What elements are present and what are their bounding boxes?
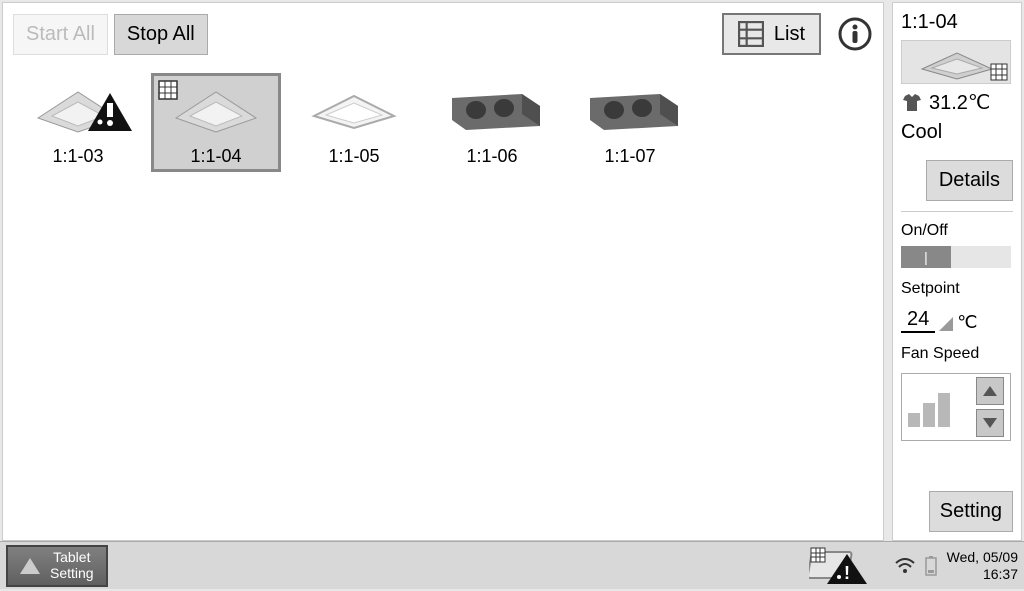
temperature-row: 31.2℃ — [901, 90, 1013, 115]
unit-tile[interactable]: 1:1-03 — [13, 73, 143, 172]
setpoint-control[interactable]: 24 ℃ — [901, 308, 1013, 333]
setpoint-unit: ℃ — [957, 312, 977, 333]
fan-speed-up-button[interactable] — [976, 377, 1004, 405]
unit-label: 1:1-04 — [156, 146, 276, 167]
unit-tile[interactable]: 1:1-04 — [151, 73, 281, 172]
fan-bars-icon — [908, 387, 950, 427]
date-text: Wed, 05/09 — [947, 549, 1018, 566]
stop-all-button[interactable]: Stop All — [114, 14, 208, 55]
temperature-value: 31.2℃ — [929, 90, 990, 115]
selected-unit-thumb — [901, 40, 1011, 84]
start-all-button[interactable]: Start All — [13, 14, 108, 55]
setting-button[interactable]: Setting — [929, 491, 1013, 532]
unit-thumb — [432, 78, 552, 138]
unit-label: 1:1-07 — [570, 146, 690, 167]
time-text: 16:37 — [947, 566, 1018, 583]
unit-thumb — [570, 78, 690, 138]
footer-warning-icon[interactable]: ! — [809, 546, 869, 586]
list-button-label: List — [774, 23, 805, 46]
unit-tile[interactable]: 1:1-07 — [565, 73, 695, 172]
list-view-button[interactable]: List — [722, 13, 821, 55]
wifi-icon — [895, 558, 915, 574]
tablet-setting-label: Tablet Setting — [50, 550, 94, 581]
svg-text:!: ! — [844, 563, 850, 583]
unit-tile[interactable]: 1:1-06 — [427, 73, 557, 172]
grid-icon — [738, 21, 764, 47]
warning-icon — [86, 91, 134, 138]
unit-thumb — [156, 78, 276, 138]
battery-icon — [925, 556, 937, 576]
up-arrow-icon — [20, 558, 40, 574]
fan-speed-control — [901, 373, 1011, 441]
grid-badge-icon — [158, 80, 178, 105]
tablet-setting-button[interactable]: Tablet Setting — [6, 545, 108, 587]
mode-value: Cool — [901, 121, 1013, 144]
divider — [901, 211, 1013, 212]
main-panel: Start All Stop All List 1:1-031:1-041:1-… — [2, 2, 884, 541]
unit-label: 1:1-03 — [18, 146, 138, 167]
clock: Wed, 05/09 16:37 — [947, 549, 1018, 583]
unit-thumb — [18, 78, 138, 138]
unit-grid: 1:1-03 1:1-04 1:1-05 1:1-06 1:1-07 — [13, 73, 873, 172]
unit-label: 1:1-06 — [432, 146, 552, 167]
unit-thumb — [294, 78, 414, 138]
status-icons: Wed, 05/09 16:37 — [895, 549, 1018, 583]
unit-tile[interactable]: 1:1-05 — [289, 73, 419, 172]
setpoint-label: Setpoint — [901, 280, 1013, 298]
details-button[interactable]: Details — [926, 160, 1013, 201]
fan-speed-down-button[interactable] — [976, 409, 1004, 437]
info-icon[interactable] — [837, 16, 873, 52]
footer-bar: Tablet Setting ! Wed, 05/09 16:37 — [0, 541, 1024, 589]
onoff-toggle[interactable]: | — [901, 246, 1011, 268]
unit-label: 1:1-05 — [294, 146, 414, 167]
onoff-knob: | — [901, 246, 951, 268]
setpoint-adjust-icon — [939, 317, 953, 331]
shirt-icon — [901, 93, 923, 113]
fan-speed-label: Fan Speed — [901, 345, 1013, 363]
grid-badge-icon — [990, 63, 1008, 81]
side-panel: 1:1-04 31.2℃ Cool Details On/Off | Setpo… — [892, 2, 1022, 541]
onoff-label: On/Off — [901, 222, 1013, 240]
toolbar: Start All Stop All List — [13, 13, 873, 55]
setpoint-value: 24 — [901, 308, 935, 333]
selected-unit-title: 1:1-04 — [901, 11, 1013, 34]
